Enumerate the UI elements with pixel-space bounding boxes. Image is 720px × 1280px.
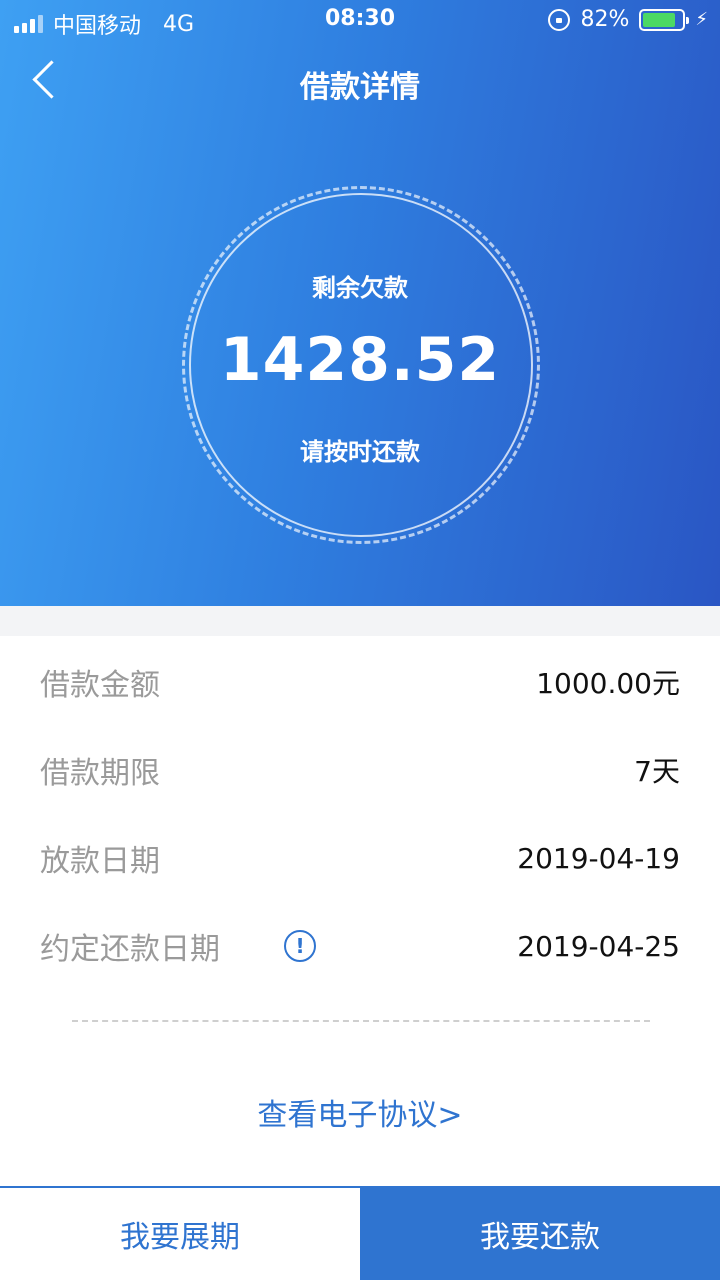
dashed-divider (72, 1020, 650, 1022)
status-right: 82% ⚡ (548, 7, 708, 32)
view-agreement-link[interactable]: 查看电子协议> (0, 1090, 720, 1134)
repay-button[interactable]: 我要还款 (360, 1188, 720, 1280)
repay-reminder: 请按时还款 (300, 438, 420, 466)
detail-row-loan-amount: 借款金额 1000.00元 (40, 652, 680, 712)
page-title: 借款详情 (300, 70, 420, 105)
detail-value: 2019-04-19 (517, 841, 680, 875)
remaining-debt-label: 剩余欠款 (312, 274, 408, 302)
section-separator (0, 606, 720, 636)
detail-label: 借款期限 (40, 756, 160, 791)
battery-icon (639, 8, 690, 31)
detail-value: 1000.00元 (536, 667, 680, 700)
remaining-debt-amount: 1428.52 (219, 325, 501, 395)
nav-bar: 借款详情 (0, 50, 720, 112)
detail-row-due-date: 约定还款日期 ! 2019-04-25 (40, 916, 680, 976)
detail-label-with-info: 约定还款日期 ! (40, 924, 316, 968)
detail-row-disbursement-date: 放款日期 2019-04-19 (40, 828, 680, 888)
detail-label: 放款日期 (40, 844, 160, 879)
rotation-lock-icon (548, 8, 571, 31)
charging-icon: ⚡ (695, 9, 708, 30)
detail-value: 2019-04-25 (517, 929, 680, 963)
extend-loan-button[interactable]: 我要展期 (0, 1188, 360, 1280)
detail-label: 借款金额 (40, 668, 160, 703)
bottom-action-bar: 我要展期 我要还款 (0, 1186, 720, 1280)
battery-percentage: 82% (580, 7, 630, 32)
header-hero: 中国移动 4G 08:30 82% ⚡ 借款详情 剩余欠款 1428.52 请按… (0, 0, 720, 606)
detail-label: 约定还款日期 (40, 932, 220, 967)
detail-value: 7天 (634, 755, 680, 788)
info-icon[interactable]: ! (284, 930, 316, 962)
status-bar: 中国移动 4G 08:30 82% ⚡ (0, 0, 720, 40)
detail-row-loan-term: 借款期限 7天 (40, 740, 680, 800)
